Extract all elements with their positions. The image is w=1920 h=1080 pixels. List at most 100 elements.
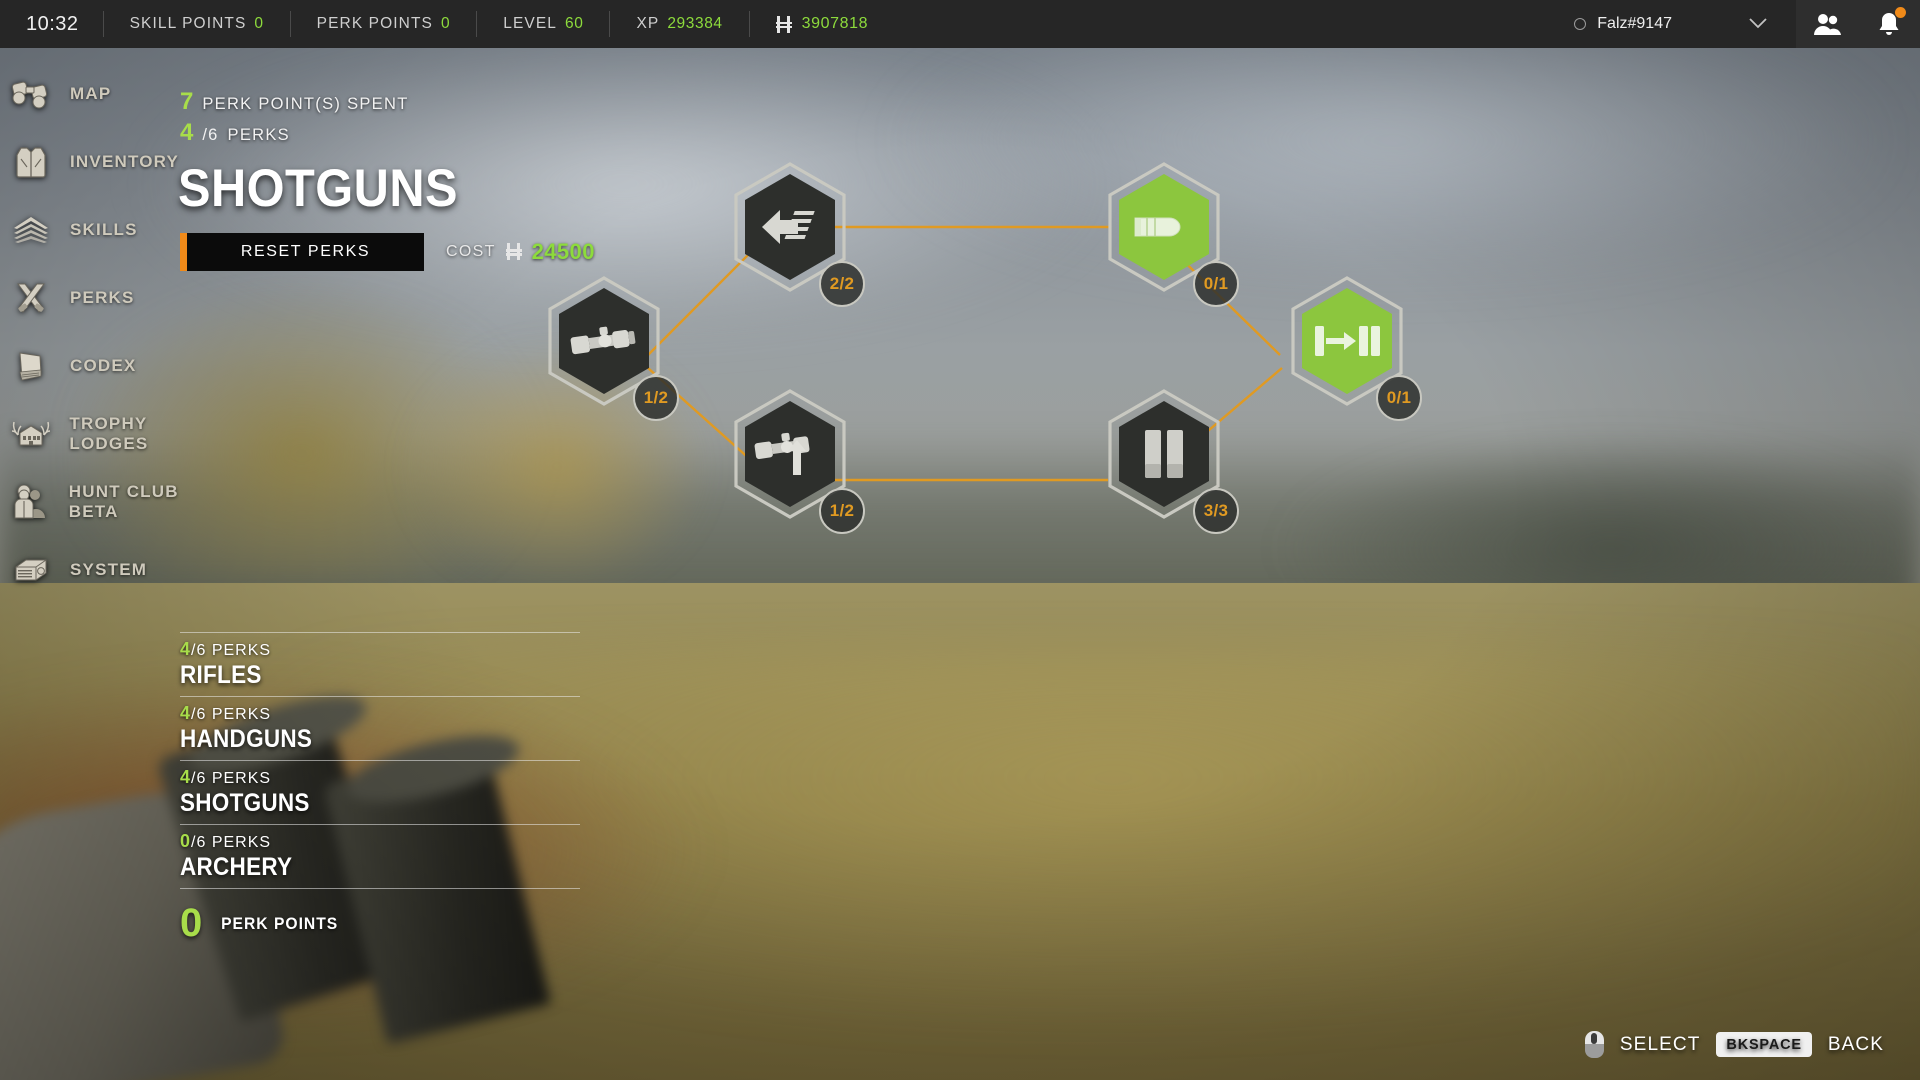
control-hints: SELECT BKSPACE BACK [1584,1031,1884,1058]
category-current: 4 [180,767,192,787]
sidebar-item-label: INVENTORY [70,152,180,171]
category-current: 4 [180,639,192,659]
category-count: 0/6 PERKS [180,831,580,852]
sidebar-item-codex[interactable]: CODEX [0,332,230,400]
cost-label: COST [446,242,496,260]
points-spent-value: 7 [180,88,194,115]
perk-rank: 0/1 [1193,261,1239,307]
perk-node-scope-up[interactable]: 1/2 [731,388,865,534]
chevron-down-icon[interactable] [1688,17,1796,32]
lodge-antlers-icon [8,414,53,454]
stat-value: 0 [254,15,264,32]
perk-points-footer: 0 PERK POINTS [180,889,580,946]
sidebar-item-hunt-club-beta[interactable]: HUNT CLUB BETA [0,468,230,536]
perks-total: /6 [202,126,219,144]
clock: 10:32 [26,12,79,35]
hint-back-key[interactable]: BKSPACE [1716,1032,1812,1057]
perk-node-shell-reload[interactable]: 0/1 [1288,275,1422,421]
stat-xp: XP 293384 [610,15,748,33]
category-name: SHOTGUNS [180,789,310,817]
points-spent-row: 7 PERK POINT(S) SPENT [180,88,595,116]
stat-perk-points: PERK POINTS 0 [291,15,477,33]
notification-badge [1895,7,1906,18]
perk-points-label: PERK POINTS [221,913,339,933]
category-archery[interactable]: 0/6 PERKS ARCHERY [180,825,580,889]
perk-header: 7 PERK POINT(S) SPENT 4 /6 PERKS SHOTGUN… [178,88,595,271]
perk-rank: 1/2 [819,488,865,534]
user-profile[interactable]: Falz#9147 [1552,15,1688,33]
sidebar-item-label: TROPHY LODGES [69,414,149,453]
category-count: 4/6 PERKS [180,767,580,788]
reset-cost: COST 24500 [446,239,595,265]
perk-rank: 2/2 [819,261,865,307]
currency-value: 3907818 [801,15,869,32]
stat-skill-points: SKILL POINTS 0 [104,15,290,33]
friends-icon [1814,14,1841,35]
sidebar-item-label: PERKS [70,288,135,307]
category-current: 4 [180,703,192,723]
sidebar-item-label: CODEX [70,356,137,375]
category-unit: PERKS [211,706,272,723]
toolbox-icon [8,550,54,590]
chevrons-icon [8,210,54,250]
stat-value: 293384 [667,15,723,32]
sidebar-item-perks[interactable]: PERKS [0,264,230,332]
stat-level: LEVEL 60 [477,15,609,33]
currency-display: 3907818 [750,15,895,33]
category-total: /6 [191,834,207,851]
stat-value: 0 [440,15,451,32]
binoculars-icon [8,74,54,114]
weapon-category-list: 4/6 PERKS RIFLES 4/6 PERKS HANDGUNS 4/6 … [180,632,580,946]
hunters-icon [8,482,53,522]
notifications-button[interactable] [1858,0,1920,48]
perk-node-scope[interactable]: 1/2 [545,275,679,421]
mouse-icon [1584,1031,1604,1058]
cost-value: 24500 [531,238,595,264]
stat-label: LEVEL [503,15,557,32]
perk-rank: 0/1 [1376,375,1422,421]
sidebar-item-label: SKILLS [70,220,138,239]
category-total: /6 [191,770,207,787]
sidebar-item-label: MAP [70,84,112,103]
category-shotguns[interactable]: 4/6 PERKS SHOTGUNS [180,761,580,825]
category-current: 0 [180,831,192,851]
perk-node-bullet[interactable]: 0/1 [1105,161,1239,307]
username: Falz#9147 [1597,15,1672,32]
reset-perks-button[interactable]: RESET PERKS [180,232,424,271]
category-total: /6 [191,706,207,723]
status-indicator-icon [1574,18,1587,30]
category-name: RIFLES [180,661,262,689]
sidebar-item-system[interactable]: SYSTEM [0,536,230,604]
page-title: SHOTGUNS [178,159,459,218]
hint-back-label: BACK [1827,1033,1884,1055]
category-handguns[interactable]: 4/6 PERKS HANDGUNS [180,697,580,761]
perk-node-shells[interactable]: 3/3 [1105,388,1239,534]
sidebar-item-trophy-lodges[interactable]: TROPHY LODGES [0,400,230,468]
stat-label: PERK POINTS [316,15,433,32]
category-total: /6 [191,642,207,659]
top-bar: 10:32 SKILL POINTS 0 PERK POINTS 0 LEVEL… [0,0,1920,48]
reset-row: RESET PERKS COST 24500 [180,232,595,271]
coin-icon [505,243,522,261]
sidebar-item-label: HUNT CLUB BETA [68,482,179,521]
category-unit: PERKS [211,642,272,659]
coin-icon [775,15,792,33]
stat-value: 60 [564,15,584,32]
hint-select-label: SELECT [1619,1033,1701,1055]
stat-label: SKILL POINTS [129,15,247,32]
sidebar-item-label: SYSTEM [70,560,148,579]
friends-button[interactable] [1796,0,1858,48]
category-unit: PERKS [211,770,272,787]
perk-node-shell-speed[interactable]: 2/2 [731,161,865,307]
category-name: HANDGUNS [180,725,313,753]
perks-count-row: 4 /6 PERKS [180,119,595,147]
category-unit: PERKS [211,834,272,851]
stat-label: XP [636,15,660,32]
category-rifles[interactable]: 4/6 PERKS RIFLES [180,632,580,697]
category-count: 4/6 PERKS [180,639,580,660]
perks-label: PERKS [227,126,290,144]
category-name: ARCHERY [180,853,293,881]
perks-value: 4 [180,119,194,146]
perk-rank: 3/3 [1193,488,1239,534]
perk-points-value: 0 [180,901,203,945]
